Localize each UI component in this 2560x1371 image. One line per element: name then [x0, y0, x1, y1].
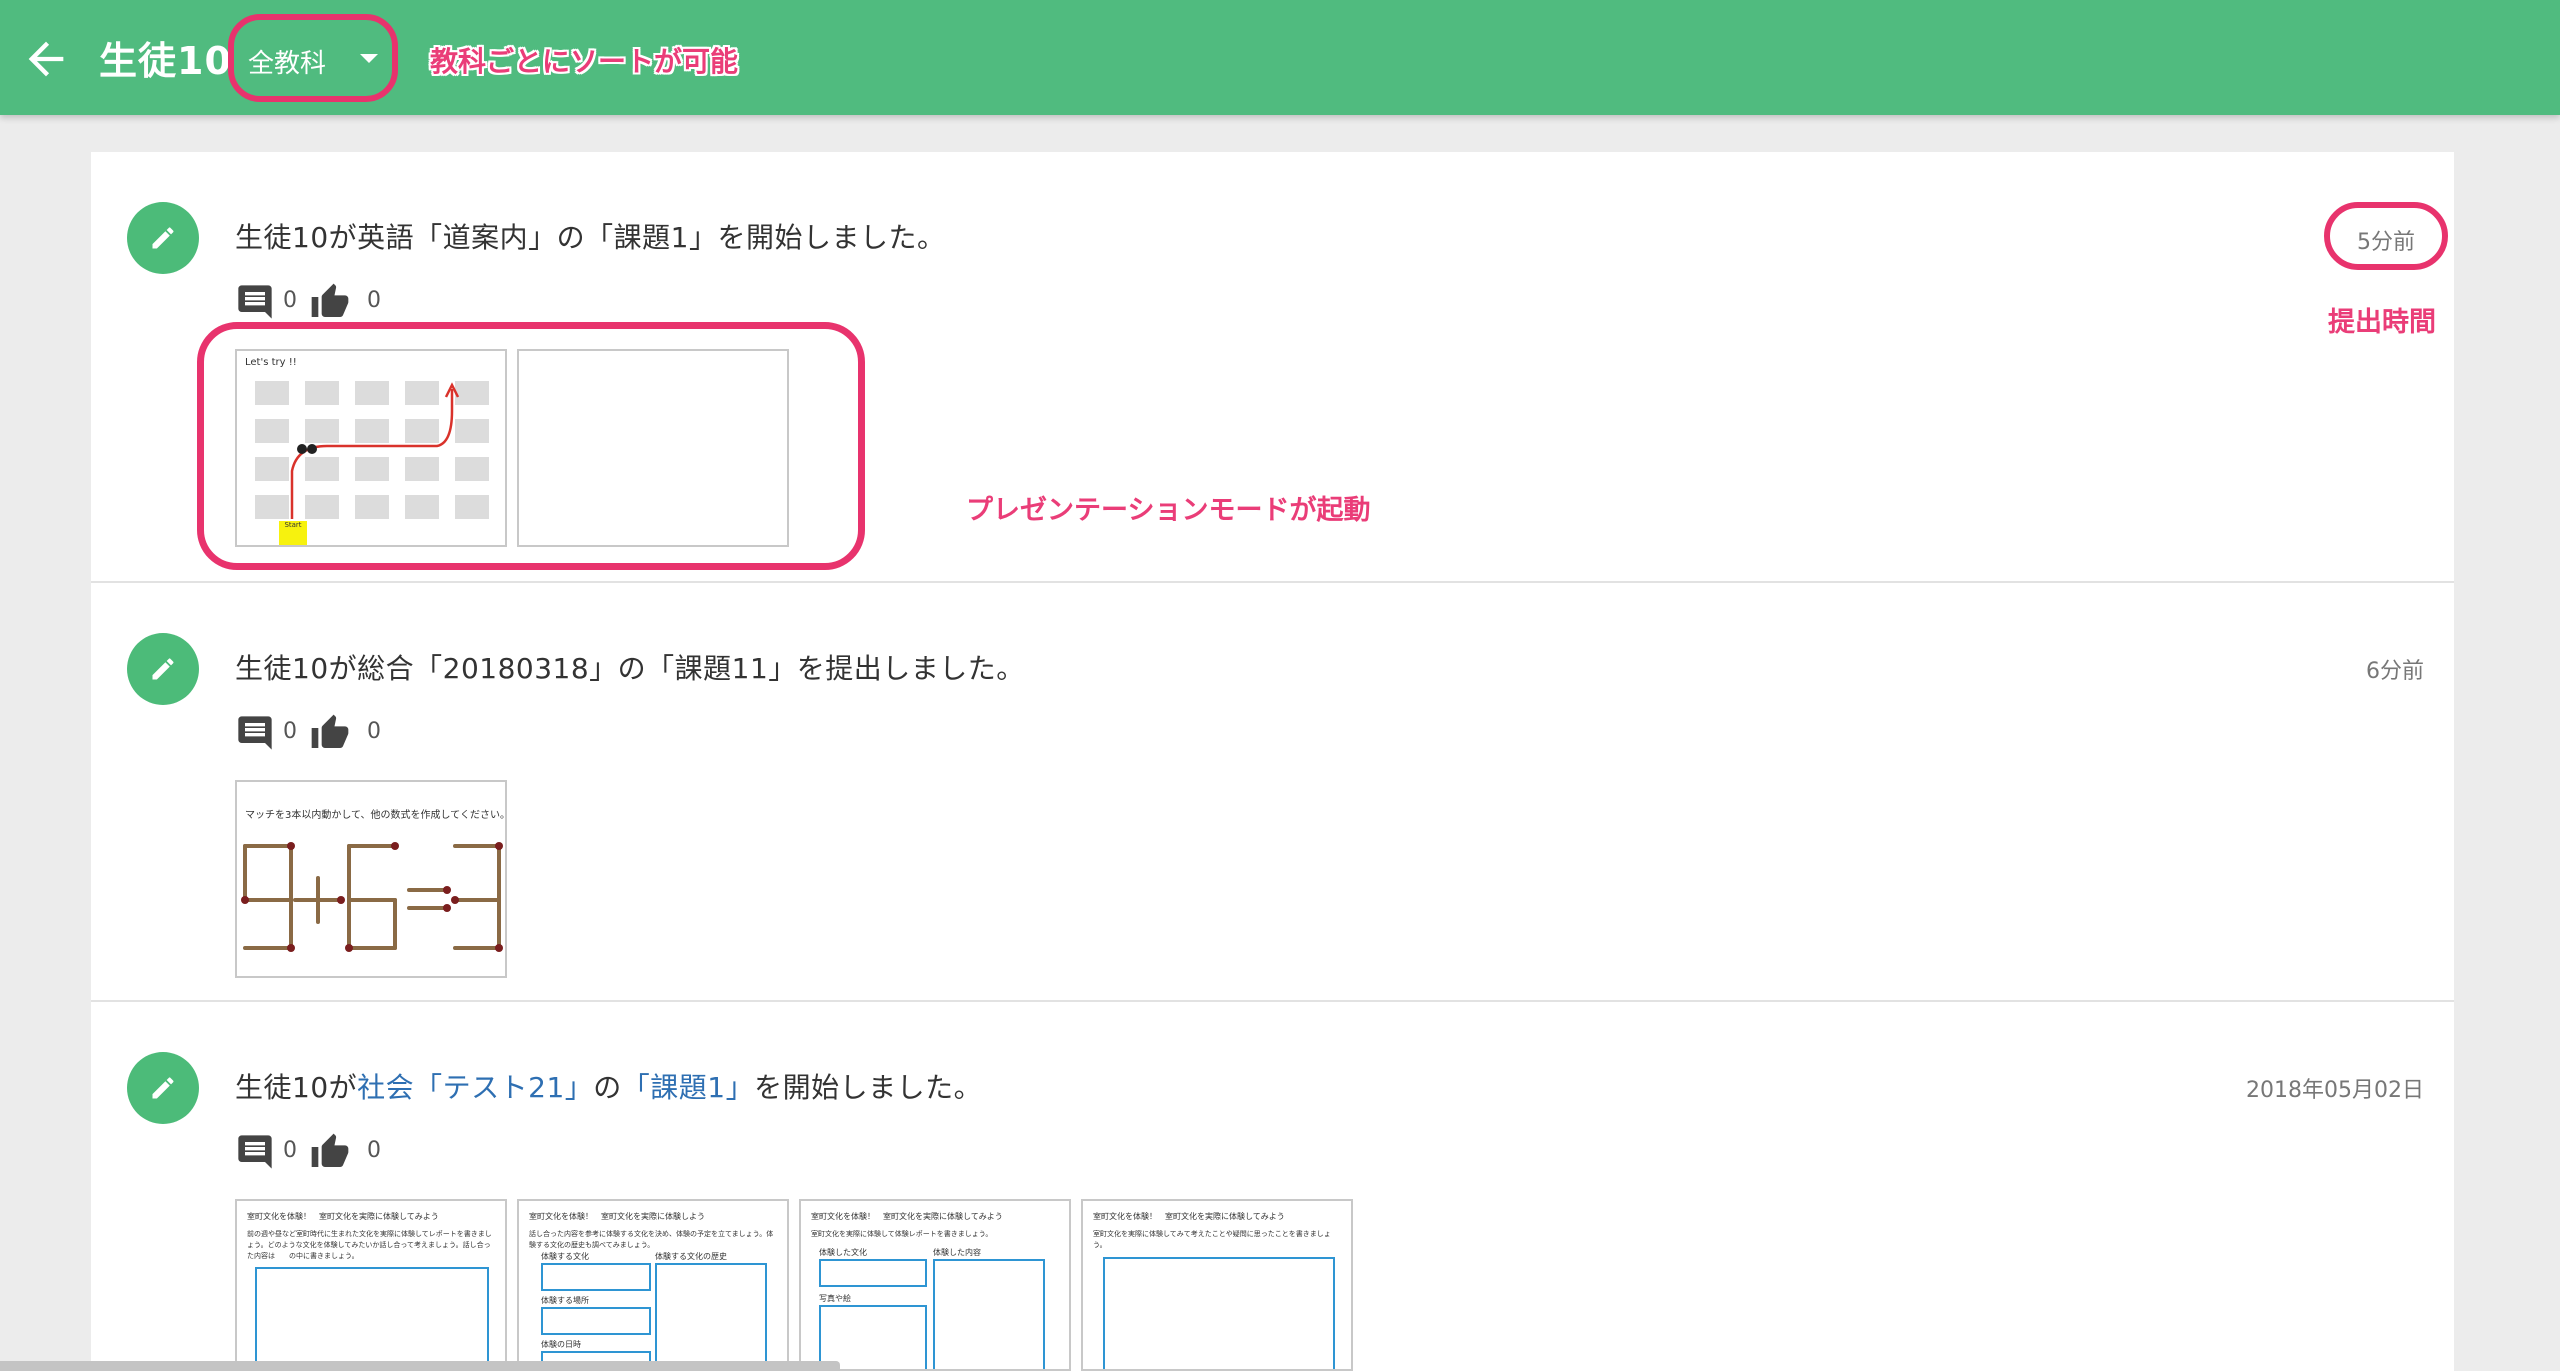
comment-icon — [238, 716, 272, 750]
activity-avatar — [127, 633, 199, 705]
worksheet-text: 話し合った内容を参考に体験する文化を決め、体験の予定を立てましょう。体験する文化… — [529, 1230, 774, 1249]
worksheet-answer-box — [1103, 1257, 1335, 1369]
worksheet-thumbnail[interactable]: 室町文化を体験！ 室町文化を実際に体験しよう 話し合った内容を参考に体験する文化… — [517, 1199, 789, 1371]
comment-icon — [238, 1135, 272, 1169]
activity-feed: 生徒10が英語「道案内」の「課題1」を開始しました。 5分前 提出時間 0 0 … — [91, 152, 2454, 1371]
feed-item: 生徒10が英語「道案内」の「課題1」を開始しました。 5分前 提出時間 0 0 … — [91, 152, 2454, 583]
activity-time: 2018年05月02日 — [2246, 1078, 2424, 1103]
worksheet-title: 室町文化を体験！ 室町文化を実際に体験してみよう — [247, 1212, 439, 1221]
worksheet-title: 室町文化を体験！ 室町文化を実際に体験しよう — [529, 1212, 705, 1221]
dropdown-caret-icon — [360, 54, 378, 63]
annotation-presentation: プレゼンテーションモードが起動 — [966, 495, 1371, 526]
comment-button[interactable] — [235, 282, 275, 322]
subject-filter-value: 全教科 — [248, 49, 327, 79]
matchstick-equation-image — [241, 842, 503, 952]
horizontal-scrollbar[interactable] — [0, 1361, 840, 1371]
activity-avatar — [127, 1052, 199, 1124]
like-button[interactable] — [310, 713, 350, 753]
worksheet-answer-box — [819, 1259, 927, 1287]
message-suffix: を開始しました。 — [754, 1071, 983, 1104]
activity-time: 6分前 — [2366, 659, 2424, 684]
message-prefix: 生徒10が — [235, 1071, 358, 1104]
annotation-sort: 教科ごとにソートが可能 — [430, 45, 739, 78]
activity-time: 5分前 — [2324, 202, 2448, 270]
subject-filter-select[interactable]: 全教科 — [228, 14, 398, 102]
activity-message: 生徒10が社会「テスト21」の「課題1」を開始しました。 — [235, 1066, 982, 1106]
pencil-icon — [152, 658, 174, 680]
comment-icon — [238, 285, 272, 319]
worksheet-label: 写真や絵 — [819, 1294, 851, 1303]
activity-message: 生徒10が英語「道案内」の「課題1」を開始しました。 — [235, 221, 946, 254]
worksheet-thumbnail[interactable]: 室町文化を体験！ 室町文化を実際に体験してみよう 前の週や昼など室町時代に生まれ… — [235, 1199, 507, 1371]
app-bar: 生徒10 全教科 — [0, 0, 2560, 115]
worksheet-label: 体験の日時 — [541, 1340, 581, 1349]
activity-avatar — [127, 202, 199, 274]
worksheet-answer-box — [933, 1259, 1045, 1369]
feed-item: 生徒10が総合「20180318」の「課題11」を提出しました。 6分前 0 0… — [91, 583, 2454, 1002]
worksheet-title: 室町文化を体験！ 室町文化を実際に体験してみよう — [811, 1212, 1003, 1221]
feed-item: 生徒10が社会「テスト21」の「課題1」を開始しました。 2018年05月02日… — [91, 1002, 2454, 1371]
worksheet-answer-box — [541, 1263, 651, 1291]
comment-button[interactable] — [235, 713, 275, 753]
presentation-highlight — [197, 322, 865, 570]
comment-count: 0 — [283, 1138, 297, 1163]
worksheet-title: 室町文化を体験！ 室町文化を実際に体験してみよう — [1093, 1212, 1285, 1221]
worksheet-label: 体験した内容 — [933, 1248, 981, 1257]
thumbs-up-icon — [311, 1133, 349, 1167]
like-button[interactable] — [310, 1132, 350, 1172]
comment-count: 0 — [283, 288, 297, 313]
activity-message: 生徒10が総合「20180318」の「課題11」を提出しました。 — [235, 652, 1025, 685]
like-button[interactable] — [310, 282, 350, 322]
slide-thumbnail[interactable]: マッチを3本以内動かして、他の数式を作成してください。 — [235, 780, 507, 978]
back-button[interactable] — [20, 33, 72, 85]
message-mid: の — [593, 1071, 622, 1104]
worksheet-thumbnail[interactable]: 室町文化を体験！ 室町文化を実際に体験してみよう 室町文化を実際に体験してみて考… — [1081, 1199, 1353, 1371]
worksheet-answer-box — [655, 1263, 767, 1369]
worksheet-answer-box — [541, 1307, 651, 1335]
thumbs-up-icon — [311, 714, 349, 748]
pencil-icon — [152, 1077, 174, 1099]
worksheet-label: 体験する文化 — [541, 1252, 589, 1261]
task-link[interactable]: 「課題1」 — [622, 1071, 754, 1104]
worksheet-text: 室町文化を実際に体験してみて考えたことや疑問に思ったことを書きましょう。 — [1093, 1230, 1331, 1249]
comment-count: 0 — [283, 719, 297, 744]
comment-button[interactable] — [235, 1132, 275, 1172]
like-count: 0 — [367, 1138, 381, 1163]
worksheet-text: 前の週や昼など室町時代に生まれた文化を実際に体験してレポートを書きましょう。どの… — [247, 1230, 492, 1260]
arrow-back-icon — [28, 41, 64, 77]
like-count: 0 — [367, 719, 381, 744]
worksheet-thumbnail[interactable]: 室町文化を体験！ 室町文化を実際に体験してみよう 室町文化を実際に体験して体験レ… — [799, 1199, 1071, 1371]
worksheet-text: 室町文化を実際に体験して体験レポートを書きましょう。 — [811, 1230, 993, 1238]
subject-link[interactable]: 社会「テスト21」 — [357, 1071, 593, 1104]
annotation-submit-time: 提出時間 — [2328, 307, 2436, 338]
like-count: 0 — [367, 288, 381, 313]
worksheet-label: 体験した文化 — [819, 1248, 867, 1257]
worksheet-answer-box — [255, 1267, 489, 1369]
thumbs-up-icon — [311, 283, 349, 317]
worksheet-label: 体験する場所 — [541, 1296, 589, 1305]
page-title: 生徒10 — [99, 39, 232, 83]
worksheet-label: 体験する文化の歴史 — [655, 1252, 727, 1261]
pencil-icon — [152, 227, 174, 249]
